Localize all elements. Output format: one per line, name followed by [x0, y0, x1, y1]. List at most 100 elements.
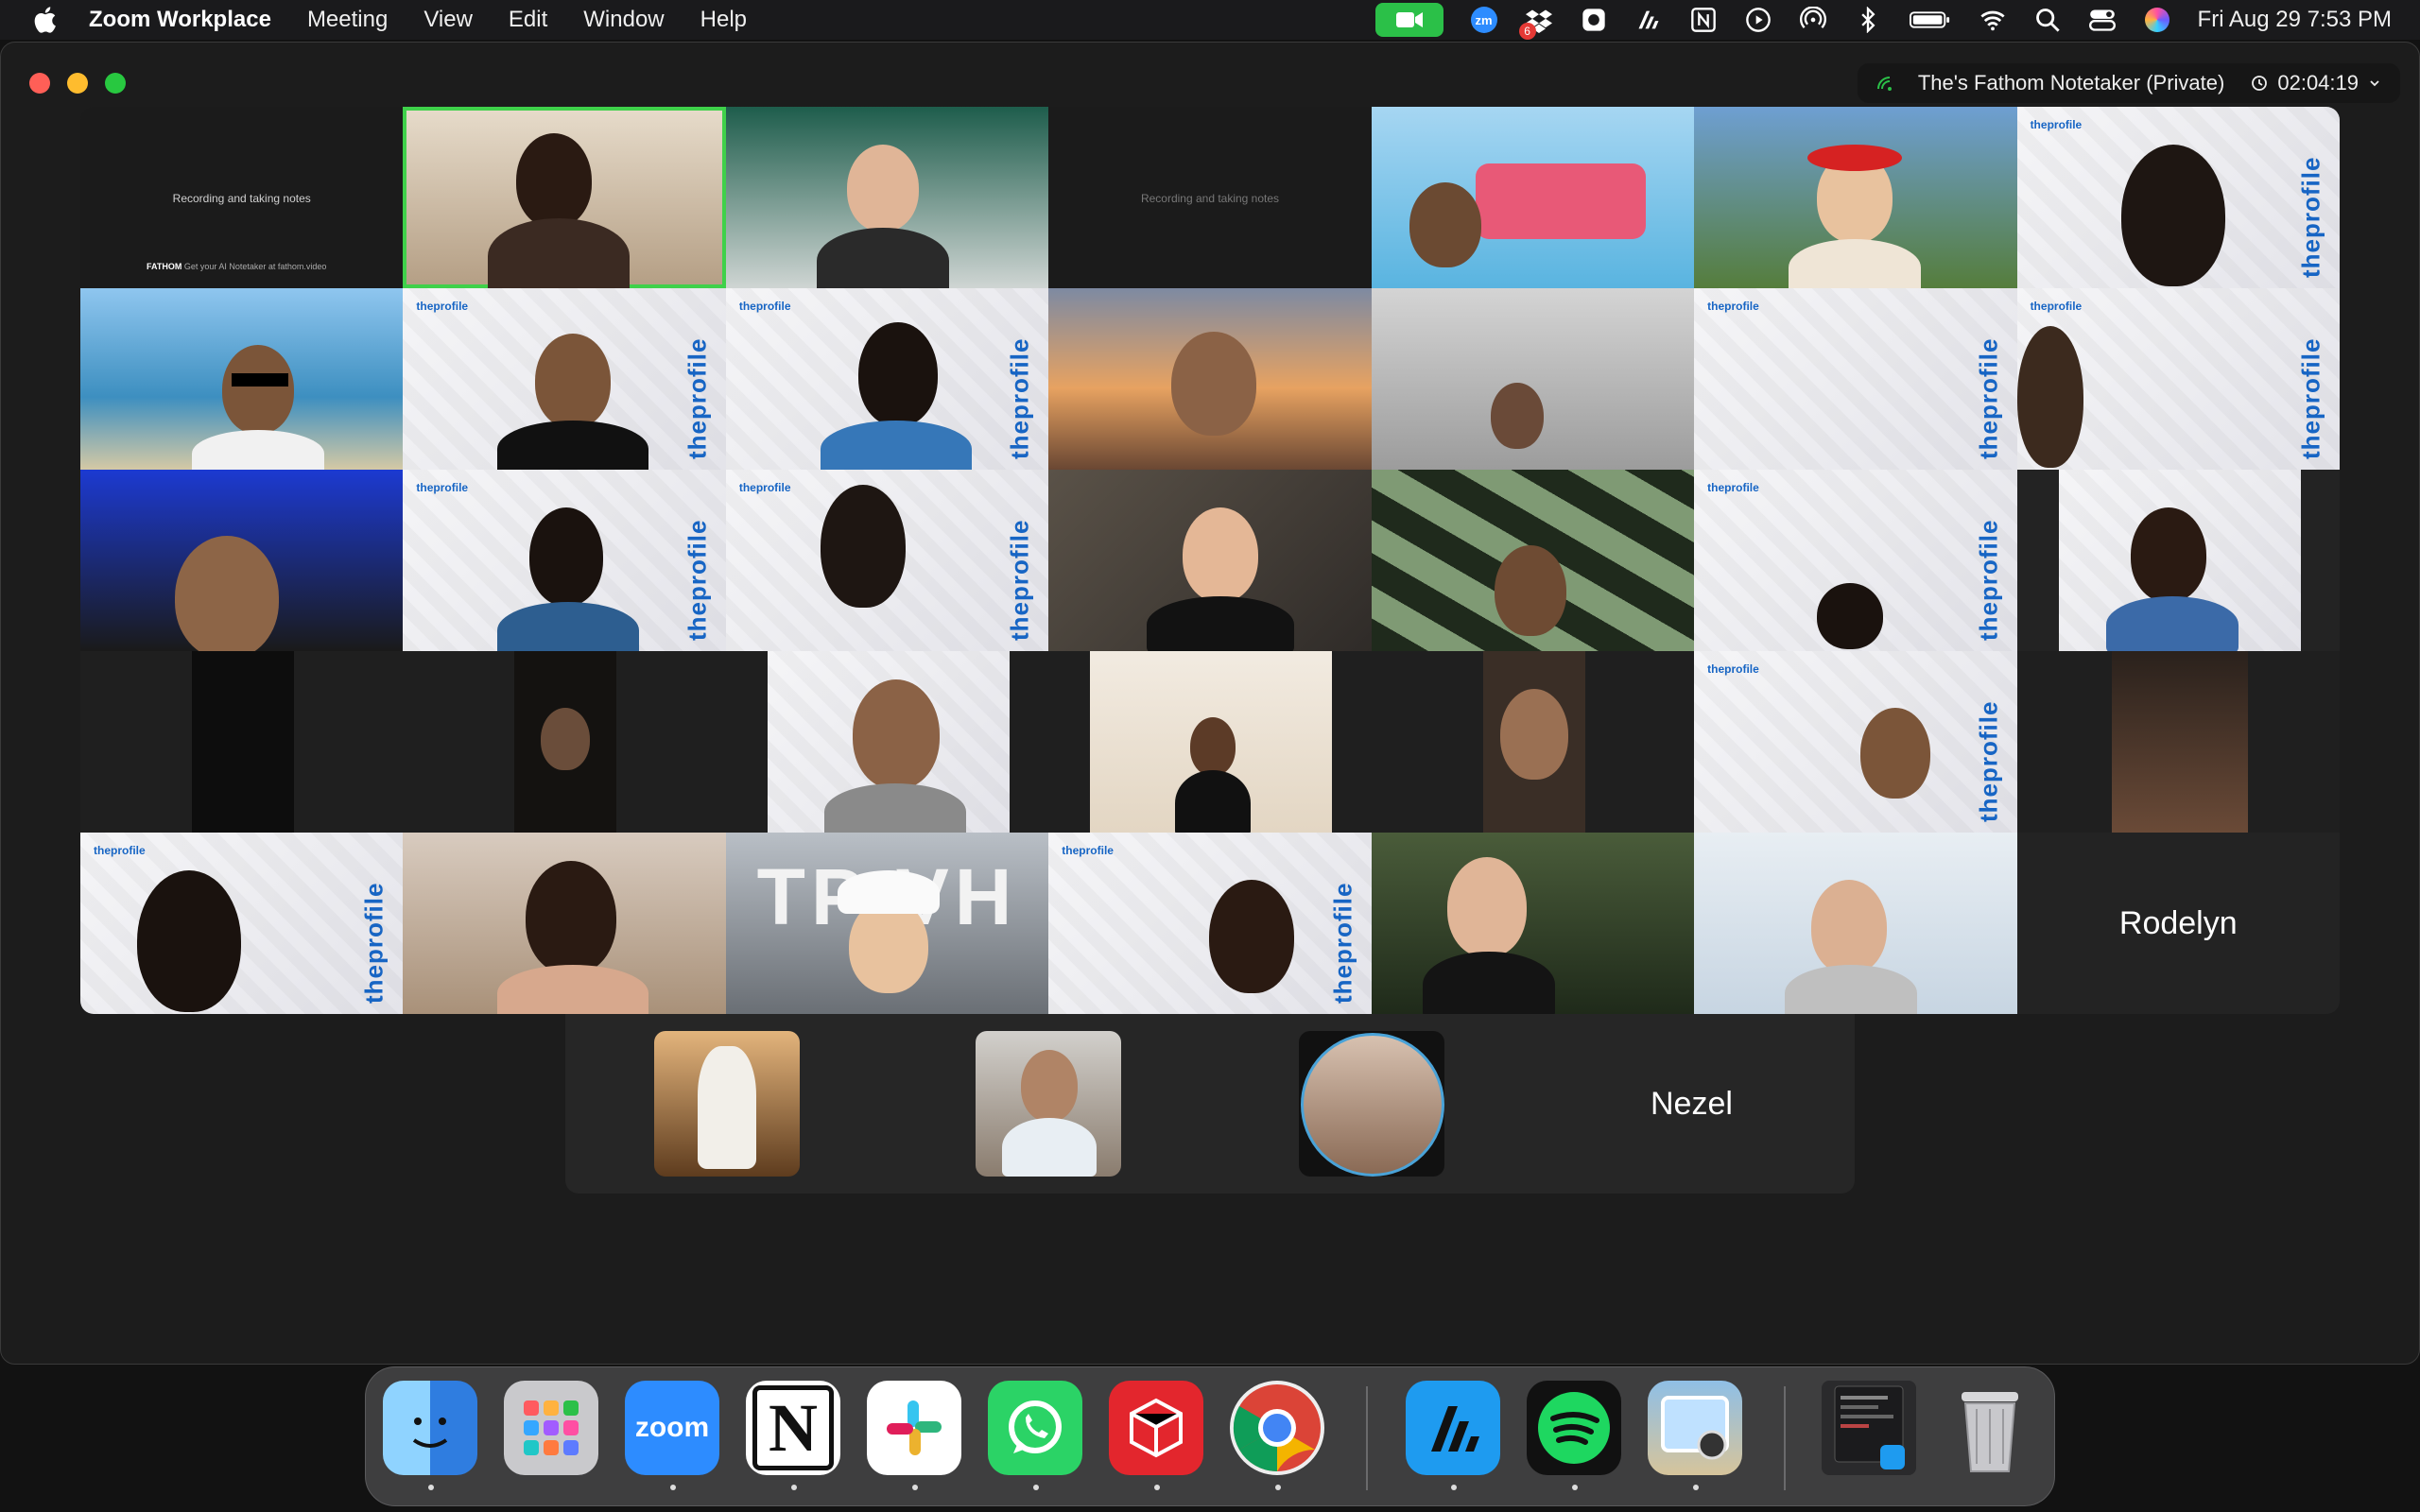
participant-tile[interactable]: theprofile theprofile: [2016, 107, 2340, 288]
notion-icon[interactable]: [1689, 6, 1718, 34]
participant-tile[interactable]: [1048, 288, 1372, 470]
bluetooth-icon[interactable]: [1854, 6, 1882, 34]
participant-tile[interactable]: [2016, 651, 2340, 833]
participant-tile[interactable]: [1371, 470, 1695, 651]
dock-separator: [1784, 1386, 1786, 1490]
chevron-down-icon[interactable]: [2368, 77, 2381, 90]
participant-tile[interactable]: [1048, 651, 1372, 833]
launchpad-icon[interactable]: [504, 1381, 598, 1475]
maximize-window-button[interactable]: [105, 73, 126, 94]
participant-body: [1422, 952, 1555, 1014]
filmstrip-participant[interactable]: [1299, 1031, 1444, 1177]
participant-body: [1002, 1118, 1097, 1177]
meeting-info-bar: The's Fathom Notetaker (Private) 02:04:1…: [1857, 63, 2400, 103]
notetaker-signal-icon: [1876, 77, 1892, 91]
finder-running-indicator: [428, 1485, 434, 1490]
dropbox-badge: 6: [1518, 23, 1536, 40]
fathom-icon[interactable]: [1634, 6, 1663, 34]
filmstrip-participant[interactable]: [654, 1031, 800, 1177]
fathom-app-icon[interactable]: [1406, 1381, 1500, 1475]
participant-portrait: [1190, 717, 1236, 776]
slack-icon[interactable]: [867, 1381, 961, 1475]
participant-tile-name-only[interactable]: Rodelyn: [2016, 833, 2340, 1014]
play-icon[interactable]: [1744, 6, 1772, 34]
trash-icon[interactable]: [1943, 1381, 2037, 1475]
whatsapp-icon[interactable]: [988, 1381, 1082, 1475]
participant-tile[interactable]: theprofile theprofile: [1048, 833, 1372, 1014]
participant-tile[interactable]: [1371, 107, 1695, 288]
dropbox-icon[interactable]: 6: [1518, 6, 1553, 40]
participant-tile[interactable]: Recording and taking notes FATHOM Get yo…: [80, 107, 404, 288]
notion-app-icon[interactable]: N: [746, 1381, 840, 1475]
menu-edit[interactable]: Edit: [509, 7, 547, 33]
zoom-app-icon[interactable]: zoom: [625, 1381, 719, 1475]
participant-tile[interactable]: [80, 288, 404, 470]
participant-tile[interactable]: [1048, 470, 1372, 651]
participant-tile[interactable]: Recording and taking notes: [1048, 107, 1372, 288]
spotlight-search-icon[interactable]: [2033, 6, 2062, 34]
participant-tile[interactable]: theprofile theprofile: [2016, 288, 2340, 470]
chrome-icon[interactable]: [1230, 1381, 1324, 1475]
settings-gear-icon[interactable]: [1580, 6, 1608, 34]
participant-portrait: [698, 1046, 756, 1169]
minimize-window-button[interactable]: [67, 73, 88, 94]
zoom-status-icon[interactable]: zm: [1470, 6, 1498, 34]
profile-logo: theprofile: [2296, 337, 2325, 460]
menu-view[interactable]: View: [424, 7, 473, 33]
preview-running-indicator: [1693, 1485, 1699, 1490]
fathom-recording-caption: Recording and taking notes: [172, 192, 311, 205]
whatsapp-running-indicator: [1033, 1485, 1039, 1490]
participant-tile[interactable]: [1371, 833, 1695, 1014]
rubik-app-icon[interactable]: [1109, 1381, 1203, 1475]
participant-tile[interactable]: [80, 651, 404, 833]
participant-portrait: [516, 133, 593, 228]
spotify-running-indicator: [1572, 1485, 1578, 1490]
participant-tile[interactable]: [725, 107, 1049, 288]
control-center-icon[interactable]: [2088, 6, 2117, 34]
participant-tile[interactable]: theprofile theprofile: [725, 288, 1049, 470]
participant-tile[interactable]: theprofile theprofile: [1694, 651, 2017, 833]
menu-bar: Zoom Workplace Meeting View Edit Window …: [0, 0, 2420, 40]
participant-tile[interactable]: [403, 651, 726, 833]
participant-tile[interactable]: [1371, 288, 1695, 470]
recent-window-thumbnail[interactable]: [1822, 1381, 1916, 1475]
participant-tile-active-speaker[interactable]: [403, 107, 726, 288]
participant-tile[interactable]: [1694, 833, 2017, 1014]
fathom-footer-text: Get your AI Notetaker at fathom.video: [183, 262, 327, 271]
participant-tile[interactable]: theprofile theprofile: [1694, 288, 2017, 470]
participant-tile[interactable]: theprofile theprofile: [403, 470, 726, 651]
participant-tile[interactable]: theprofile theprofile: [725, 470, 1049, 651]
participant-tile[interactable]: theprofile theprofile: [403, 288, 726, 470]
participant-tile[interactable]: theprofile theprofile: [1694, 470, 2017, 651]
participant-portrait: [1490, 383, 1544, 449]
filmstrip-participant-name[interactable]: Nezel: [1651, 1014, 1733, 1194]
menu-window[interactable]: Window: [583, 7, 664, 33]
menubar-clock[interactable]: Fri Aug 29 7:53 PM: [2198, 7, 2392, 33]
participant-tile[interactable]: [80, 470, 404, 651]
menu-help[interactable]: Help: [700, 7, 747, 33]
camera-in-use-icon[interactable]: [1374, 3, 1443, 37]
close-window-button[interactable]: [29, 73, 50, 94]
participant-tile[interactable]: [1694, 107, 2017, 288]
preview-icon[interactable]: [1648, 1381, 1742, 1475]
participant-tile[interactable]: TP VH: [725, 833, 1049, 1014]
chrome-running-indicator: [1275, 1485, 1281, 1490]
menu-meeting[interactable]: Meeting: [307, 7, 388, 33]
participant-tile[interactable]: [2016, 470, 2340, 651]
meeting-timer[interactable]: 02:04:19: [2251, 71, 2381, 95]
participant-video: [767, 651, 1010, 833]
wifi-icon[interactable]: [1979, 6, 2007, 34]
app-menu-name[interactable]: Zoom Workplace: [89, 7, 271, 33]
filmstrip-participant[interactable]: [976, 1031, 1121, 1177]
battery-icon[interactable]: [1909, 6, 1952, 34]
airdrop-icon[interactable]: [1799, 6, 1827, 34]
participant-tile[interactable]: [1371, 651, 1695, 833]
spotify-icon[interactable]: [1527, 1381, 1621, 1475]
apple-icon[interactable]: [30, 4, 62, 36]
participant-tile[interactable]: theprofile theprofile: [80, 833, 404, 1014]
notetaker-label[interactable]: The's Fathom Notetaker (Private): [1918, 71, 2225, 95]
siri-icon[interactable]: [2143, 6, 2171, 34]
participant-tile[interactable]: [725, 651, 1049, 833]
participant-tile[interactable]: [403, 833, 726, 1014]
finder-icon[interactable]: [383, 1381, 477, 1475]
